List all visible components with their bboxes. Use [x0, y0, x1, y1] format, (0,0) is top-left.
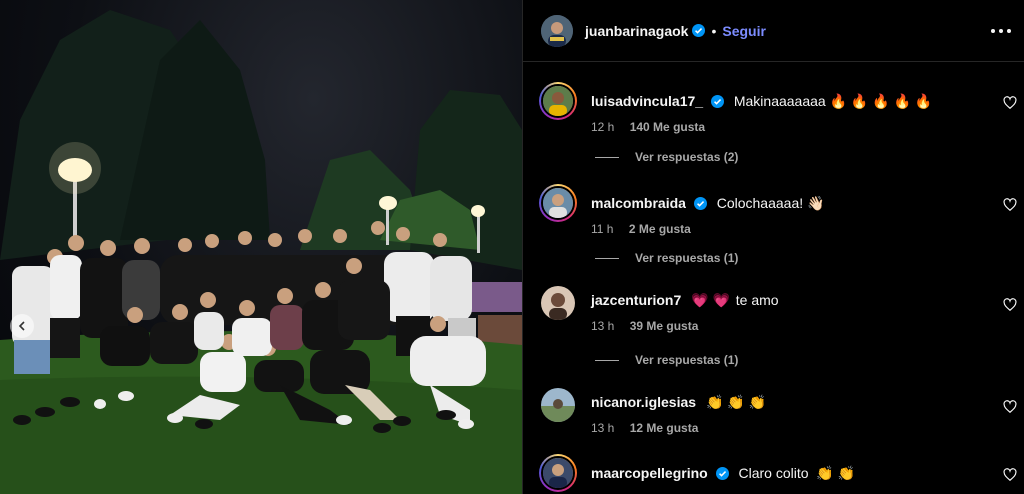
comment-likes[interactable]: 140 Me gusta [630, 120, 705, 134]
comment-username[interactable]: jazcenturion7 [591, 292, 681, 308]
comment-username[interactable]: luisadvincula17_ [591, 93, 703, 109]
comment-emoji: 👏 👏 👏 [705, 394, 767, 410]
comment-text: Makinaaaaaaa [733, 93, 826, 109]
author-username[interactable]: juanbarinagaok [585, 23, 688, 39]
commenter-avatar[interactable] [541, 286, 575, 320]
view-replies-button[interactable]: Ver respuestas (1) [595, 251, 738, 265]
comment-likes[interactable]: 12 Me gusta [630, 421, 699, 435]
commenter-avatar[interactable] [539, 184, 577, 222]
view-replies-button[interactable]: Ver respuestas (2) [595, 150, 738, 164]
comment-username[interactable]: malcombraida [591, 195, 686, 211]
comment-emoji: 🔥 🔥 🔥 🔥 🔥 [829, 93, 933, 109]
comments-panel: juanbarinagaok • Seguir luisadvincula17_ [522, 0, 1024, 494]
comment-time[interactable]: 13 h [591, 319, 614, 333]
comment-item: malcombraida Colochaaaaa! 👋🏻 11 h 2 Me g… [523, 184, 1024, 238]
follow-button[interactable]: Seguir [722, 23, 766, 39]
comment-item: jazcenturion7 💗 💗 te amo 13 h 39 Me gust… [523, 286, 1024, 335]
replies-line [595, 359, 619, 361]
heart-icon[interactable] [1003, 400, 1017, 414]
comment-username[interactable]: nicanor.iglesias [591, 394, 696, 410]
replies-line [595, 257, 619, 259]
heart-icon[interactable] [1003, 96, 1017, 110]
chevron-left-icon [18, 321, 25, 331]
comment-text: Colochaaaaa! [716, 195, 804, 211]
avatar-image [541, 14, 573, 47]
view-replies-button[interactable]: Ver respuestas (1) [595, 353, 738, 367]
heart-icon[interactable] [1003, 298, 1017, 312]
post-photo[interactable] [0, 0, 522, 494]
heart-icon[interactable] [1003, 198, 1017, 212]
verified-badge-icon [692, 24, 706, 37]
heart-icon[interactable] [1003, 468, 1017, 482]
replies-line [595, 156, 619, 158]
commenter-avatar[interactable] [539, 454, 577, 492]
comment-time[interactable]: 12 h [591, 120, 614, 134]
replies-label: Ver respuestas (2) [635, 150, 739, 164]
verified-badge-icon [715, 467, 729, 480]
comment-item: maarcopellegrino Claro colito 👏 👏 [523, 454, 1024, 492]
comment-text: Claro colito [738, 465, 809, 481]
post-header: juanbarinagaok • Seguir [523, 0, 1024, 62]
more-options-icon[interactable] [991, 22, 1011, 40]
comment-item: luisadvincula17_ Makinaaaaaaa 🔥 🔥 🔥 🔥 🔥 … [523, 82, 1024, 136]
commenter-avatar[interactable] [539, 82, 577, 120]
replies-label: Ver respuestas (1) [635, 251, 739, 265]
comment-likes[interactable]: 2 Me gusta [629, 222, 691, 236]
separator-dot: • [711, 22, 717, 39]
replies-label: Ver respuestas (1) [635, 353, 739, 367]
group-photo-illustration [0, 10, 522, 494]
commenter-avatar[interactable] [541, 388, 575, 422]
verified-badge-icon [710, 95, 724, 108]
comment-emoji: 👋🏻 [807, 195, 825, 211]
comment-item: nicanor.iglesias 👏 👏 👏 13 h 12 Me gusta [523, 388, 1024, 437]
comment-emoji: 💗 💗 [691, 292, 730, 308]
comment-time[interactable]: 11 h [591, 222, 613, 236]
author-avatar[interactable] [541, 14, 573, 47]
verified-badge-icon [693, 197, 707, 210]
comment-emoji: 👏 👏 [816, 465, 856, 481]
comment-username[interactable]: maarcopellegrino [591, 465, 708, 481]
carousel-indicator[interactable] [10, 314, 34, 338]
comment-time[interactable]: 13 h [591, 421, 614, 435]
comment-likes[interactable]: 39 Me gusta [630, 319, 699, 333]
comment-text: te amo [735, 292, 779, 308]
